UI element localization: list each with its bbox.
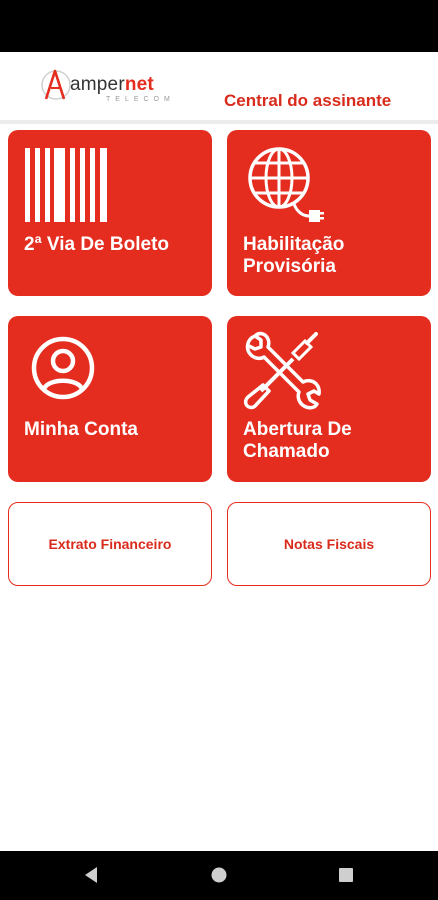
tile-boleto-label: 2ª Via De Boleto <box>24 234 170 255</box>
barcode-icon <box>25 148 107 222</box>
tile-minha-conta-label: Minha Conta <box>24 419 138 440</box>
extrato-financeiro-label: Extrato Financeiro <box>48 536 172 552</box>
tile-chamado-label: Abertura De Chamado <box>243 419 352 462</box>
tile-habilitacao-button[interactable]: Habilitação Provisória <box>227 130 431 296</box>
recents-square-icon[interactable] <box>336 865 356 885</box>
brand-prefix: amper <box>70 74 125 95</box>
globe-plug-icon <box>248 147 324 222</box>
notas-fiscais-button[interactable]: Notas Fiscais <box>227 502 431 586</box>
tile-habilitacao-label: Habilitação Provisória <box>243 234 345 277</box>
brand-tagline: TELECOM <box>106 96 175 103</box>
page-title: Central do assinante <box>224 91 392 110</box>
home-circle-icon[interactable] <box>209 865 229 885</box>
brand-suffix: net <box>124 74 154 95</box>
tile-minha-conta-button[interactable]: Minha Conta <box>8 316 212 482</box>
back-triangle-icon[interactable] <box>82 865 102 885</box>
extrato-financeiro-button[interactable]: Extrato Financeiro <box>8 502 212 586</box>
header-divider <box>0 120 438 124</box>
brand-name: ampernet <box>70 74 154 96</box>
notas-fiscais-label: Notas Fiscais <box>283 536 375 552</box>
tile-chamado-button[interactable]: Abertura De Chamado <box>227 316 431 482</box>
status-bar <box>0 0 438 52</box>
user-account-icon <box>31 336 95 400</box>
tools-icon <box>243 331 321 410</box>
tile-boleto-button[interactable]: 2ª Via De Boleto <box>8 130 212 296</box>
